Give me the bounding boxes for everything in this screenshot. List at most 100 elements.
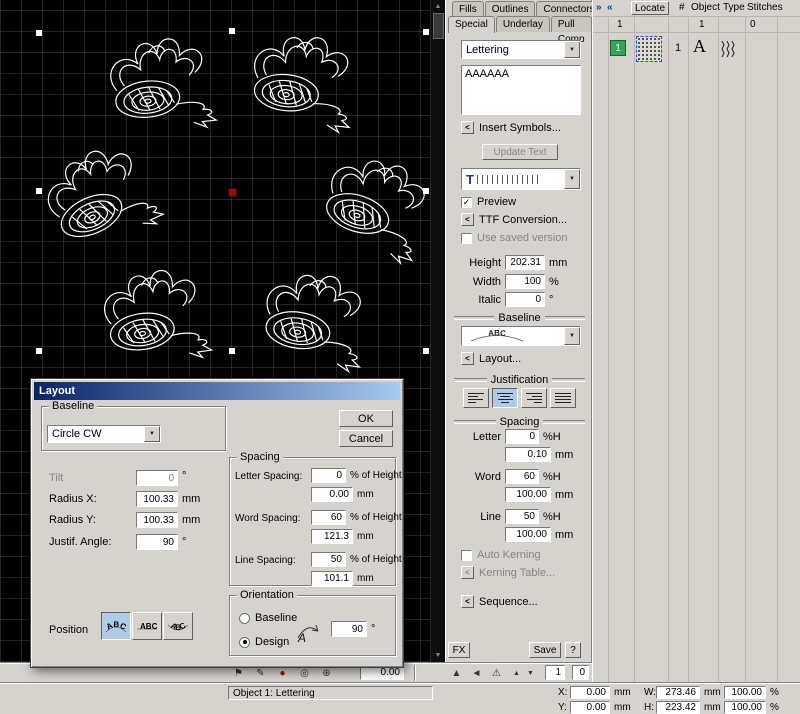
design-orientation-radio[interactable]: Design xyxy=(239,636,289,648)
radius-x-field[interactable]: 100.33 xyxy=(136,491,178,507)
preview-checkbox[interactable]: ✓ Preview xyxy=(461,196,516,208)
tab-outlines[interactable]: Outlines xyxy=(485,1,536,17)
selection-handle[interactable] xyxy=(36,348,42,354)
dialog-title-bar[interactable]: Layout xyxy=(34,382,400,400)
letter-mm-unit: mm xyxy=(357,489,374,500)
update-text-button[interactable]: Update Text xyxy=(482,144,558,160)
tab-special[interactable]: Special xyxy=(448,16,495,33)
object-row[interactable]: 1 1 A xyxy=(593,34,800,64)
position-arc-up-button[interactable]: ABC xyxy=(101,612,131,640)
object-type-select[interactable]: Lettering ▼ xyxy=(461,40,581,59)
layout-dialog: Layout Baseline Circle CW ▼ Tilt 0 ° Rad… xyxy=(30,378,404,668)
auto-kerning-checkbox[interactable]: Auto Kerning xyxy=(461,549,541,561)
scroll-up-icon[interactable]: ▲ xyxy=(431,0,445,10)
font-preview-select[interactable]: T ▼ xyxy=(461,168,581,190)
letter-spacing-pct-field[interactable]: 0 xyxy=(311,468,346,483)
kerning-table-collapse-button[interactable]: < xyxy=(461,566,474,579)
selection-handle[interactable] xyxy=(423,348,429,354)
y-field[interactable]: 0.00 xyxy=(570,701,610,714)
ttf-conversion-label[interactable]: TTF Conversion... xyxy=(479,214,567,226)
justify-left-button[interactable] xyxy=(463,388,489,408)
justify-center-button[interactable] xyxy=(492,388,518,408)
h-percent-unit: % xyxy=(770,702,779,713)
tab-fills[interactable]: Fills xyxy=(452,1,484,17)
line-spacing-pct-field[interactable]: 50 xyxy=(311,552,346,567)
height-field[interactable]: 202.31 xyxy=(505,255,545,270)
italic-field[interactable]: 0 xyxy=(505,292,545,307)
position-arc-down-button[interactable]: ABC xyxy=(163,612,193,640)
ok-button[interactable]: OK xyxy=(339,410,393,427)
save-button[interactable]: Save xyxy=(529,642,561,658)
warning-icon[interactable]: ⚠ xyxy=(488,665,505,681)
layout-collapse-button[interactable]: < xyxy=(461,352,474,365)
chevron-down-icon[interactable]: ▼ xyxy=(564,169,580,189)
word-spacing-mm-field[interactable]: 121.3 xyxy=(311,529,353,544)
word-spacing-pct-field[interactable]: 60 xyxy=(505,469,539,484)
line-spacing-pct-field[interactable]: 50 xyxy=(505,509,539,524)
fx-button[interactable]: FX xyxy=(448,642,470,658)
object-order-panel: » « Locate # Object Type Stitches 1 1 0 … xyxy=(592,0,800,682)
line-spacing-mm-field[interactable]: 101.1 xyxy=(311,571,353,586)
h-label: H: xyxy=(644,702,654,713)
line-spacing-mm-field[interactable]: 100.00 xyxy=(505,527,551,542)
width-unit: % xyxy=(549,276,559,288)
word-spacing-mm-field[interactable]: 100.00 xyxy=(505,487,551,502)
h-field[interactable]: 223.42 xyxy=(656,701,700,714)
baseline-select[interactable]: ABC ▼ xyxy=(461,326,581,346)
selection-handle[interactable] xyxy=(229,348,235,354)
letter-spacing-pct-field[interactable]: 0 xyxy=(505,429,539,444)
help-button[interactable]: ? xyxy=(565,642,581,658)
step-down-icon[interactable]: ▼ xyxy=(522,665,539,681)
position-straight-button[interactable]: ABC xyxy=(132,612,162,640)
speaker-icon[interactable]: ◄ xyxy=(468,665,485,681)
chevron-down-icon[interactable]: ▼ xyxy=(564,327,580,345)
tab-pull-comp[interactable]: Pull Comp xyxy=(551,16,592,32)
w-percent-field[interactable]: 100.00 xyxy=(724,686,766,699)
use-saved-version-checkbox[interactable]: Use saved version xyxy=(461,232,568,244)
dialog-body: Baseline Circle CW ▼ Tilt 0 ° Radius X: … xyxy=(34,400,400,664)
insert-symbols-label[interactable]: Insert Symbols... xyxy=(479,122,561,134)
h-percent-field[interactable]: 100.00 xyxy=(724,701,766,714)
chevron-down-icon[interactable]: ▼ xyxy=(144,426,160,442)
selection-handle[interactable] xyxy=(36,30,42,36)
locate-button[interactable]: Locate xyxy=(631,1,669,15)
chevron-down-icon[interactable]: ▼ xyxy=(564,41,580,58)
width-field[interactable]: 100 xyxy=(505,274,545,289)
toolbar-field-1[interactable]: 1 xyxy=(545,665,565,680)
canvas-vertical-scrollbar[interactable]: ▲ ▼ xyxy=(430,0,445,662)
expand-panel-icon[interactable]: « xyxy=(607,2,613,13)
word-spacing-pct-field[interactable]: 60 xyxy=(311,510,346,525)
scrollbar-thumb[interactable] xyxy=(433,13,444,39)
ttf-conversion-collapse-button[interactable]: < xyxy=(461,213,474,226)
x-field[interactable]: 0.00 xyxy=(570,686,610,699)
selection-handle[interactable] xyxy=(423,29,429,35)
scroll-down-icon[interactable]: ▼ xyxy=(431,652,445,659)
selection-handle[interactable] xyxy=(36,188,42,194)
tab-underlay[interactable]: Underlay xyxy=(496,16,550,32)
orientation-angle-field[interactable]: 90 xyxy=(331,621,367,637)
object-thumbnail[interactable] xyxy=(636,36,662,62)
letter-spacing-mm-field[interactable]: 0.00 xyxy=(311,487,353,502)
w-field[interactable]: 273.46 xyxy=(656,686,700,699)
radius-y-field[interactable]: 100.33 xyxy=(136,512,178,528)
layout-label[interactable]: Layout... xyxy=(479,353,521,365)
justif-angle-field[interactable]: 90 xyxy=(136,534,178,550)
insert-symbols-collapse-button[interactable]: < xyxy=(461,121,474,134)
justify-full-button[interactable] xyxy=(550,388,576,408)
baseline-mode-select[interactable]: Circle CW ▼ xyxy=(47,425,161,443)
spacing-section-title: Spacing xyxy=(454,416,585,428)
cancel-button[interactable]: Cancel xyxy=(339,430,393,447)
selection-handle[interactable] xyxy=(229,28,235,34)
color-index-badge[interactable]: 1 xyxy=(610,40,626,56)
baseline-orientation-radio[interactable]: Baseline xyxy=(239,612,297,624)
divider xyxy=(593,16,800,17)
layers-icon[interactable]: ▲ xyxy=(448,665,465,681)
collapse-panel-icon[interactable]: » xyxy=(596,2,602,13)
letter-spacing-mm-field[interactable]: 0.10 xyxy=(505,447,551,462)
sequence-collapse-button[interactable]: < xyxy=(461,595,474,608)
lettering-text-input[interactable]: AAAAAA xyxy=(461,65,581,115)
selection-handle[interactable] xyxy=(423,188,429,194)
toolbar-field-2[interactable]: 0 xyxy=(572,665,589,680)
sequence-label[interactable]: Sequence... xyxy=(479,596,538,608)
justify-right-button[interactable] xyxy=(521,388,547,408)
